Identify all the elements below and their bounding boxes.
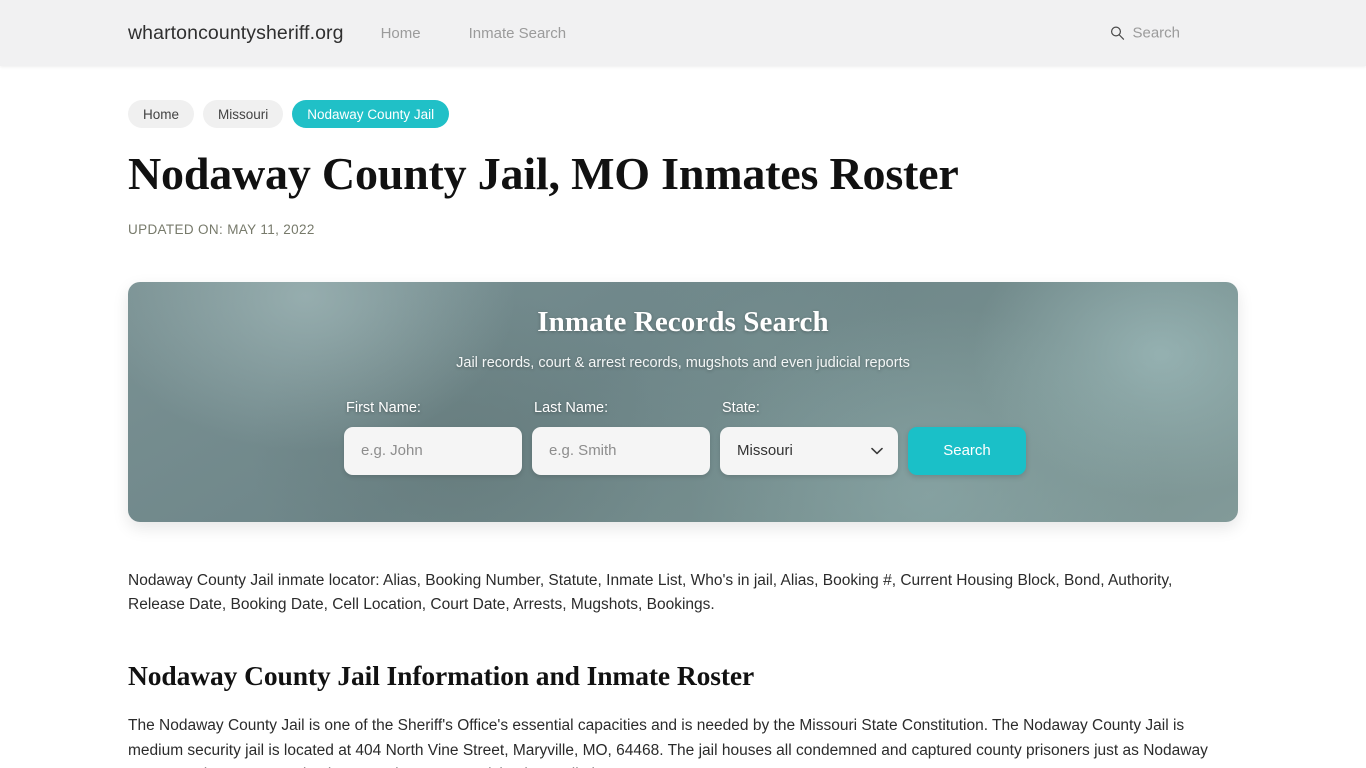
first-name-input[interactable] [344, 426, 522, 475]
inmate-records-search-panel: Inmate Records Search Jail records, cour… [128, 281, 1238, 522]
page-title: Nodaway County Jail, MO Inmates Roster [128, 148, 959, 199]
breadcrumb-item-nodaway-county-jail[interactable]: Nodaway County Jail [292, 100, 450, 128]
first-name-field-group: First Name: [344, 400, 522, 475]
search-panel-subtitle: Jail records, court & arrest records, mu… [456, 354, 910, 371]
main-nav: Home Inmate Search [381, 25, 615, 42]
breadcrumb-item-home[interactable]: Home [128, 100, 195, 128]
nav-item-home[interactable]: Home [381, 25, 421, 42]
last-name-field-group: Last Name: [532, 400, 710, 475]
state-select-wrapper: Missouri [720, 426, 898, 475]
state-select[interactable]: Missouri [720, 426, 898, 475]
site-header: whartoncountysheriff.org Home Inmate Sea… [0, 0, 1366, 66]
site-brand[interactable]: whartoncountysheriff.org [128, 22, 344, 45]
inmate-search-form: First Name: Last Name: State: Missouri [128, 400, 1238, 475]
inmate-locator-description: Nodaway County Jail inmate locator: Alia… [128, 571, 1173, 613]
breadcrumb: Home Missouri Nodaway County Jail [128, 100, 1238, 128]
page-container: Home Missouri Nodaway County Jail Nodawa… [128, 66, 1238, 768]
header-search-label: Search [1132, 24, 1180, 42]
section-heading-jail-information: Nodaway County Jail Information and Inma… [128, 660, 755, 692]
search-submit-button[interactable]: Search [908, 426, 1026, 475]
state-label: State: [722, 399, 760, 416]
first-name-label: First Name: [346, 399, 421, 416]
updated-on-text: UPDATED ON: MAY 11, 2022 [128, 221, 315, 237]
search-panel-inner: Inmate Records Search Jail records, cour… [128, 282, 1238, 475]
search-icon [1110, 26, 1125, 41]
header-inner: whartoncountysheriff.org Home Inmate Sea… [128, 0, 1238, 66]
breadcrumb-item-missouri[interactable]: Missouri [203, 100, 284, 128]
search-panel-title: Inmate Records Search [537, 305, 829, 338]
header-search[interactable]: Search [1110, 25, 1180, 42]
last-name-input[interactable] [532, 426, 710, 475]
state-field-group: State: Missouri [720, 400, 898, 475]
section-body-jail-information: The Nodaway County Jail is one of the Sh… [128, 717, 1208, 768]
nav-item-inmate-search[interactable]: Inmate Search [469, 25, 567, 42]
last-name-label: Last Name: [534, 399, 609, 416]
